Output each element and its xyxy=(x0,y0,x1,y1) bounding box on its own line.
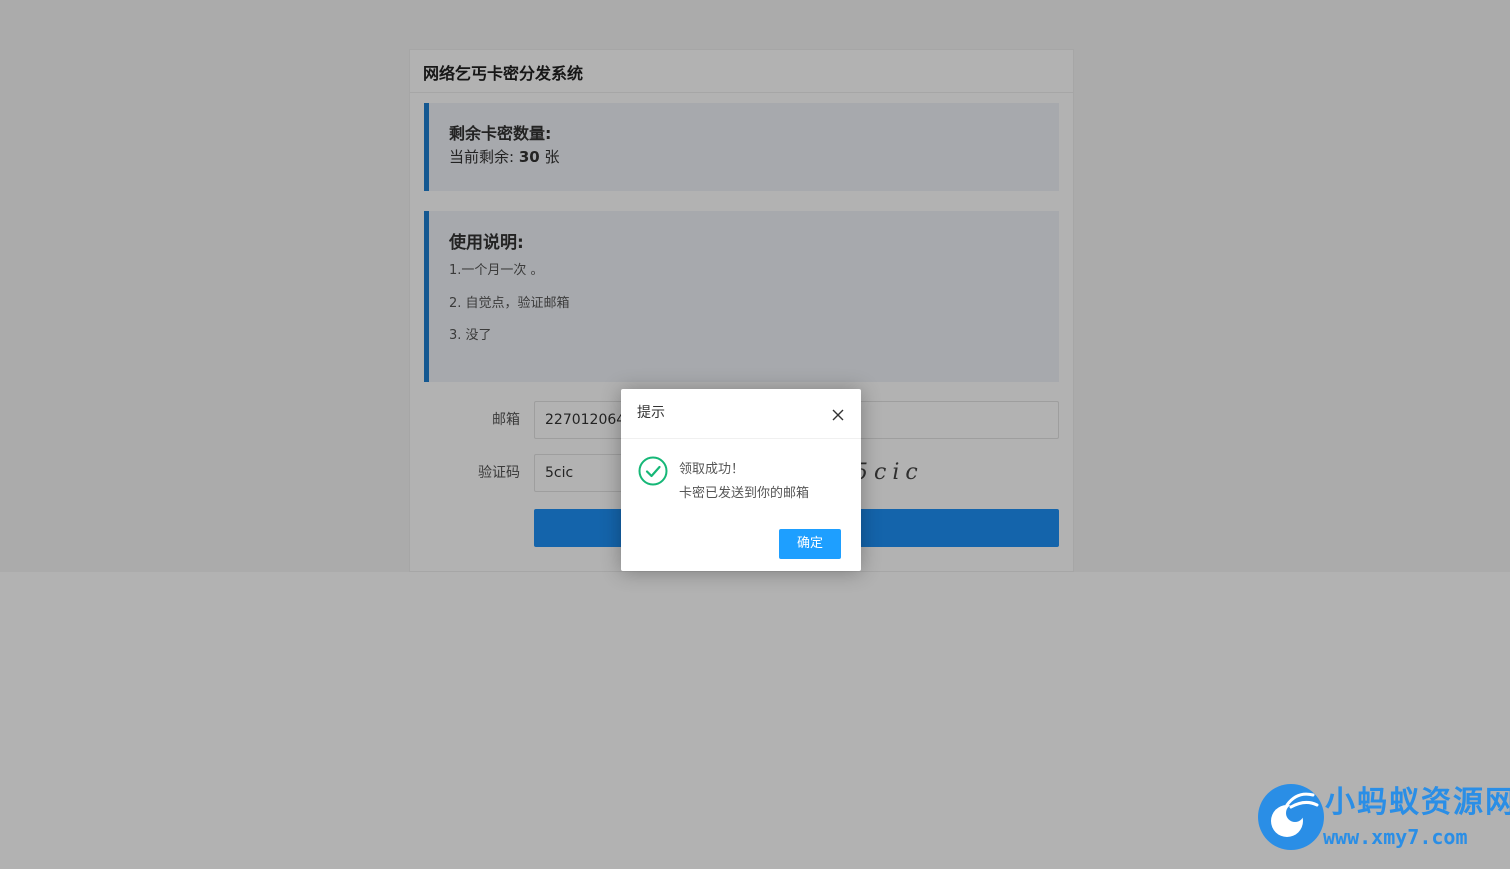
check-circle-graphic xyxy=(638,456,668,486)
dialog-message-line1: 领取成功！ xyxy=(679,462,745,477)
watermark-url: www.xmy7.com xyxy=(1323,825,1468,849)
ant-logo-graphic xyxy=(1258,784,1324,850)
dialog-message-line2: 卡密已发送到你的邮箱 xyxy=(679,486,810,501)
dialog-message: 领取成功！ 卡密已发送到你的邮箱 xyxy=(679,458,809,506)
watermark: 小蚂蚁资源网 www.xmy7.com xyxy=(1257,783,1510,853)
alert-dialog: 提示 领取成功！ 卡密已发送到你的邮箱 确定 xyxy=(621,389,861,571)
close-icon[interactable] xyxy=(831,407,845,421)
ok-button[interactable]: 确定 xyxy=(779,529,841,559)
close-icon-graphic xyxy=(832,409,844,421)
dialog-title: 提示 xyxy=(621,389,861,439)
watermark-name: 小蚂蚁资源网 xyxy=(1325,785,1510,820)
ant-logo-icon xyxy=(1257,783,1325,851)
check-circle-icon xyxy=(638,456,668,486)
